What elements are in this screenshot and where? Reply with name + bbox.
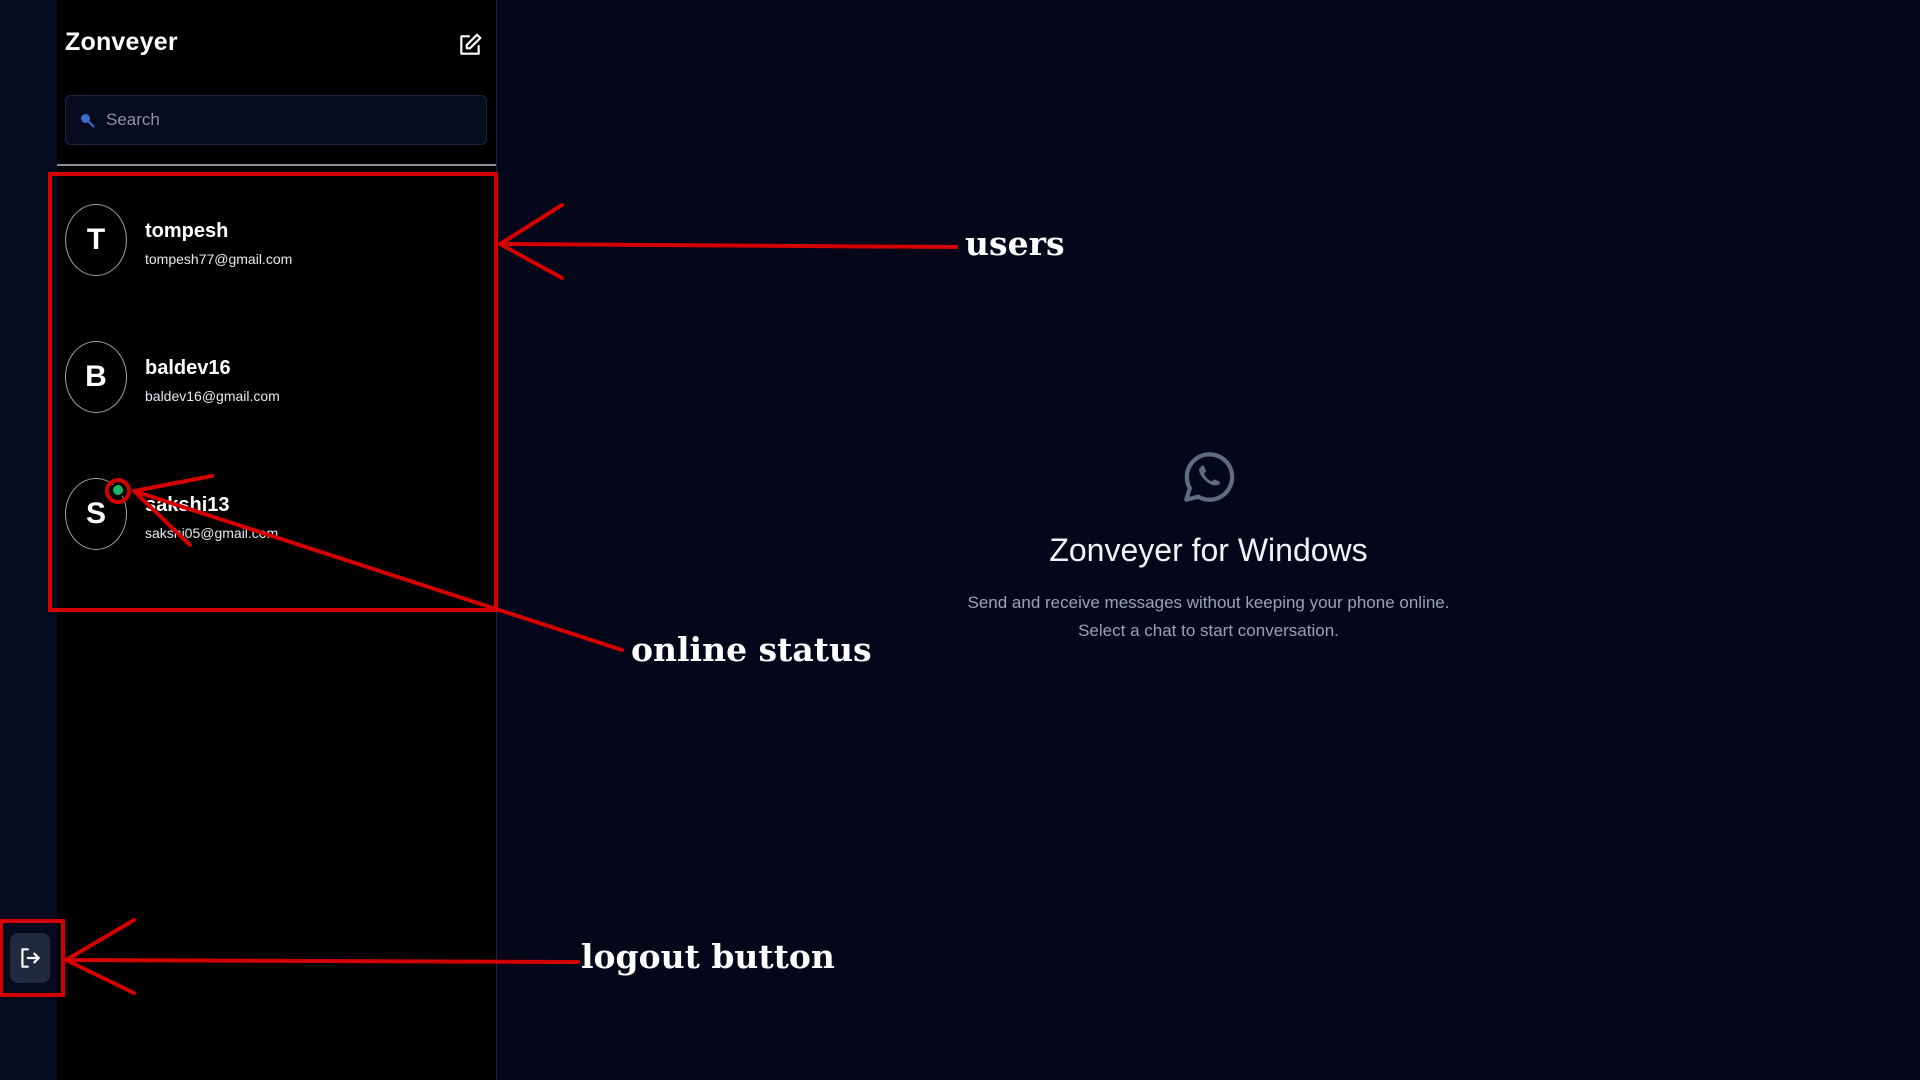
logout-icon: [21, 948, 40, 968]
avatar: B: [65, 341, 127, 413]
avatar: T: [65, 204, 127, 276]
annotation-online-status-label: online status: [631, 630, 872, 669]
user-name: baldev16: [145, 357, 231, 379]
user-email: tompesh77@gmail.com: [145, 251, 293, 267]
edit-icon: [460, 33, 482, 55]
chat-main-panel: Zonveyer for Windows Send and receive me…: [497, 0, 1920, 1080]
user-list-item-sakshi13[interactable]: S sakshi13 sakshi05@gmail.com: [57, 450, 496, 587]
online-status-indicator: [111, 483, 125, 497]
chat-sidebar: Zonveyer T tompesh tompesh77@gmail.com B…: [57, 0, 497, 1080]
user-email: baldev16@gmail.com: [145, 388, 280, 404]
welcome-title: Zonveyer for Windows: [1049, 532, 1368, 568]
new-chat-button[interactable]: [453, 28, 487, 62]
user-name: tompesh: [145, 220, 229, 242]
user-list: T tompesh tompesh77@gmail.com B baldev16…: [57, 176, 496, 587]
search-input[interactable]: [104, 109, 468, 131]
logout-button[interactable]: [10, 933, 50, 983]
user-email: sakshi05@gmail.com: [145, 525, 279, 541]
sidebar-divider: [57, 164, 496, 166]
welcome-panel: Zonveyer for Windows Send and receive me…: [497, 440, 1920, 645]
user-list-item-tompesh[interactable]: T tompesh tompesh77@gmail.com: [57, 176, 496, 313]
annotation-logout-button-label: logout button: [581, 937, 835, 976]
search-box[interactable]: [65, 95, 487, 145]
user-name: sakshi13: [145, 494, 230, 516]
app-title: Zonveyer: [65, 28, 178, 56]
welcome-description: Send and receive messages without keepin…: [967, 593, 1450, 612]
whatsapp-icon: [1183, 452, 1234, 502]
user-list-item-baldev16[interactable]: B baldev16 baldev16@gmail.com: [57, 313, 496, 450]
annotation-users-label: users: [965, 224, 1065, 263]
search-icon: [81, 114, 95, 128]
left-rail: [0, 0, 57, 1080]
